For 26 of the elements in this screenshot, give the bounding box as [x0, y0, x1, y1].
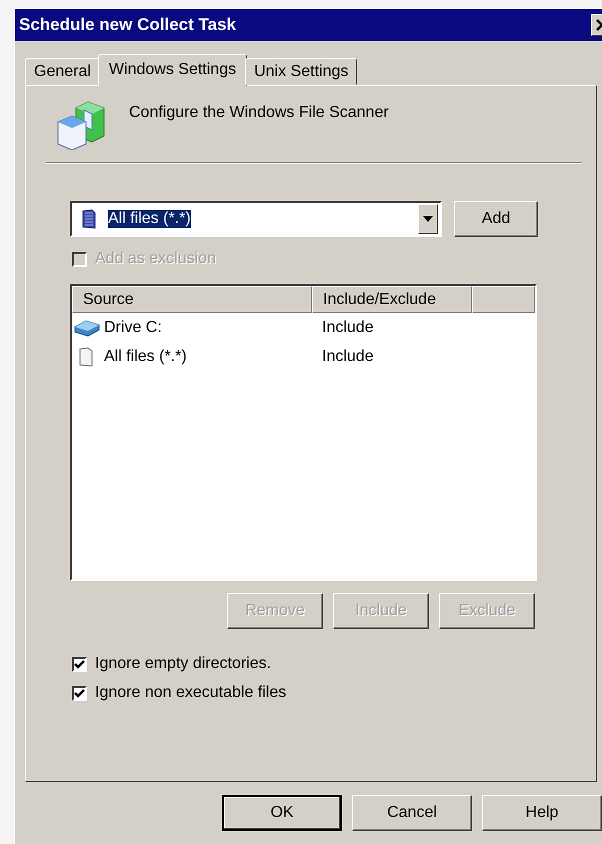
add-button[interactable]: Add [454, 201, 538, 237]
option-checkbox[interactable]: Ignore non executable files [72, 682, 596, 704]
check-icon [74, 688, 85, 698]
list-item[interactable]: Drive C: [72, 318, 312, 336]
window-title: Schedule new Collect Task [19, 15, 236, 35]
combo-value: All files (*.*) [108, 210, 191, 228]
table-cell-text: Include [321, 348, 375, 366]
dialog-button[interactable]: OK [222, 795, 342, 831]
list-item[interactable]: All files (*.*) [72, 346, 312, 366]
table-cell-text: Include [321, 318, 375, 336]
tab[interactable]: General [25, 58, 100, 85]
tab[interactable]: Unix Settings [245, 58, 358, 85]
dialog-button[interactable]: Help [482, 795, 602, 831]
caret-icon [423, 216, 433, 222]
filter-combo[interactable]: All files (*.*) [70, 201, 442, 237]
tab[interactable]: Windows Settings [98, 54, 248, 86]
column-header[interactable]: Include/Exclude [312, 286, 472, 313]
column-header[interactable] [472, 286, 535, 313]
check-icon [74, 658, 85, 670]
drive-icon [74, 318, 100, 336]
dropdown-button[interactable] [418, 204, 438, 234]
column-header[interactable]: Source [72, 286, 312, 313]
option-checkbox[interactable]: Ignore empty directories. [72, 653, 596, 675]
dialog-button[interactable]: Cancel [352, 795, 472, 831]
file-icon [82, 209, 96, 229]
header-text: Configure the Windows File Scanner [129, 104, 389, 122]
